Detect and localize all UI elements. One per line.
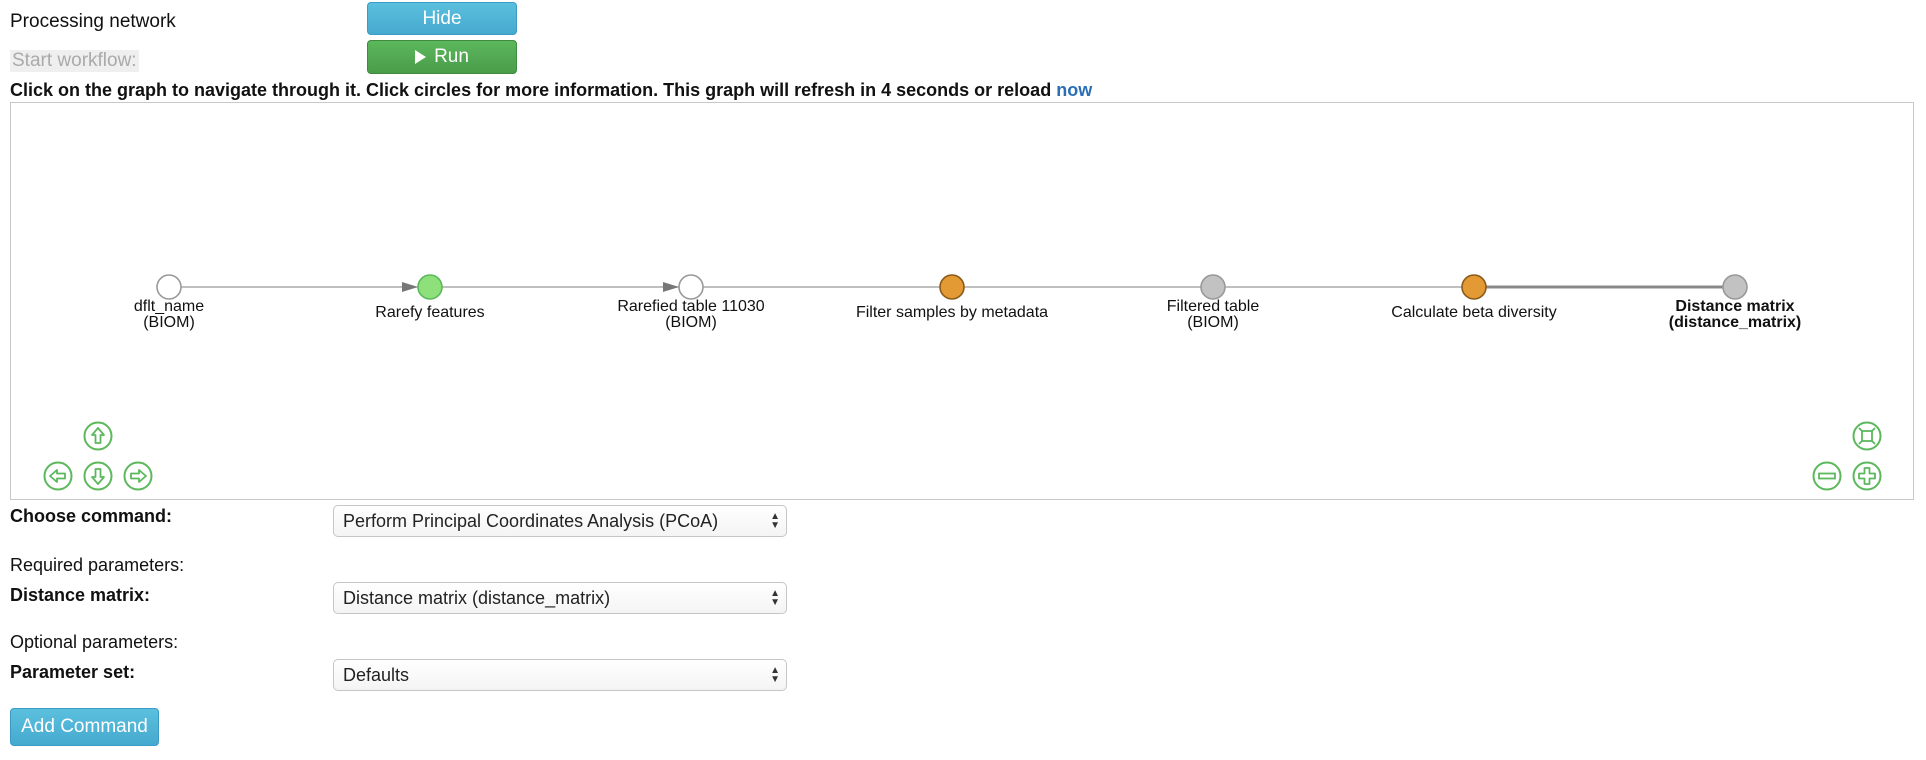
choose-command-label: Choose command: <box>10 506 173 526</box>
parameter-set-select[interactable]: Defaults ▲ ▼ <box>333 659 787 691</box>
graph-instructions: Click on the graph to navigate through i… <box>10 80 1092 101</box>
graph-node-label-line2: (BIOM) <box>143 314 195 331</box>
zoom-in-icon[interactable] <box>1852 461 1882 491</box>
graph-node[interactable] <box>1200 274 1226 300</box>
processing-network-label: Processing network <box>10 11 176 32</box>
select-arrows-icon: ▲ ▼ <box>770 588 780 608</box>
distance-matrix-label: Distance matrix: <box>10 585 151 605</box>
instructions-text: Click on the graph to navigate through i… <box>10 80 1057 100</box>
graph-node-label-line1: Distance matrix <box>1675 298 1795 315</box>
choose-command-select[interactable]: Perform Principal Coordinates Analysis (… <box>333 505 787 537</box>
graph-node-label: dflt_name (BIOM) <box>39 299 299 331</box>
choose-command-value: Perform Principal Coordinates Analysis (… <box>343 510 719 531</box>
graph-node-label: Filter samples by metadata <box>822 305 1082 321</box>
distance-matrix-value: Distance matrix (distance_matrix) <box>343 587 611 608</box>
graph-node-label-line1: Filtered table <box>1166 298 1260 315</box>
run-button[interactable]: Run <box>367 40 517 74</box>
graph-node[interactable] <box>939 274 965 300</box>
hide-button[interactable]: Hide <box>367 2 517 35</box>
graph-node[interactable] <box>156 274 182 300</box>
distance-matrix-select[interactable]: Distance matrix (distance_matrix) ▲ ▼ <box>333 582 787 614</box>
graph-node[interactable] <box>417 274 443 300</box>
graph-node-label-line1: Rarefy features <box>375 304 485 321</box>
graph-node-label: Rarefied table 11030 (BIOM) <box>561 299 821 331</box>
optional-parameters-label: Optional parameters: <box>10 632 179 652</box>
select-arrows-icon: ▲ ▼ <box>770 511 780 531</box>
graph-node-label-line1: Filter samples by metadata <box>855 304 1049 321</box>
graph-node-label-line1: Calculate beta diversity <box>1391 304 1557 321</box>
graph-node-label: Distance matrix (distance_matrix) <box>1605 299 1865 331</box>
processing-network-graph[interactable]: dflt_name (BIOM) Rarefy features Rarefied t… <box>10 102 1914 500</box>
required-parameters-label: Required parameters: <box>10 555 185 575</box>
fit-screen-icon[interactable] <box>1852 421 1882 451</box>
zoom-out-icon[interactable] <box>1812 461 1842 491</box>
arrow-left-icon[interactable] <box>43 461 73 491</box>
run-button-label: Run <box>434 46 469 67</box>
select-arrows-icon: ▲ ▼ <box>770 665 780 685</box>
play-icon <box>415 50 427 64</box>
graph-node-label: Rarefy features <box>300 305 560 321</box>
graph-node-label: Filtered table (BIOM) <box>1083 299 1343 331</box>
graph-node-label-line2: (distance_matrix) <box>1668 314 1802 331</box>
arrow-down-icon[interactable] <box>83 461 113 491</box>
parameter-set-value: Defaults <box>343 664 410 685</box>
graph-node-label: Calculate beta diversity <box>1344 305 1604 321</box>
arrow-up-icon[interactable] <box>83 421 113 451</box>
graph-node-label-line1: dflt_name <box>133 298 205 315</box>
reload-now-link[interactable]: now <box>1056 80 1092 100</box>
parameter-set-label: Parameter set: <box>10 662 136 682</box>
graph-node[interactable] <box>678 274 704 300</box>
graph-node[interactable] <box>1722 274 1748 300</box>
graph-node-label-line2: (BIOM) <box>1187 314 1239 331</box>
graph-node-label-line2: (BIOM) <box>665 314 717 331</box>
arrow-right-icon[interactable] <box>123 461 153 491</box>
graph-node-label-line1: Rarefied table 11030 <box>617 298 765 315</box>
add-command-button[interactable]: Add Command <box>10 708 159 746</box>
graph-node[interactable] <box>1461 274 1487 300</box>
start-workflow-label: Start workflow: <box>10 50 139 72</box>
